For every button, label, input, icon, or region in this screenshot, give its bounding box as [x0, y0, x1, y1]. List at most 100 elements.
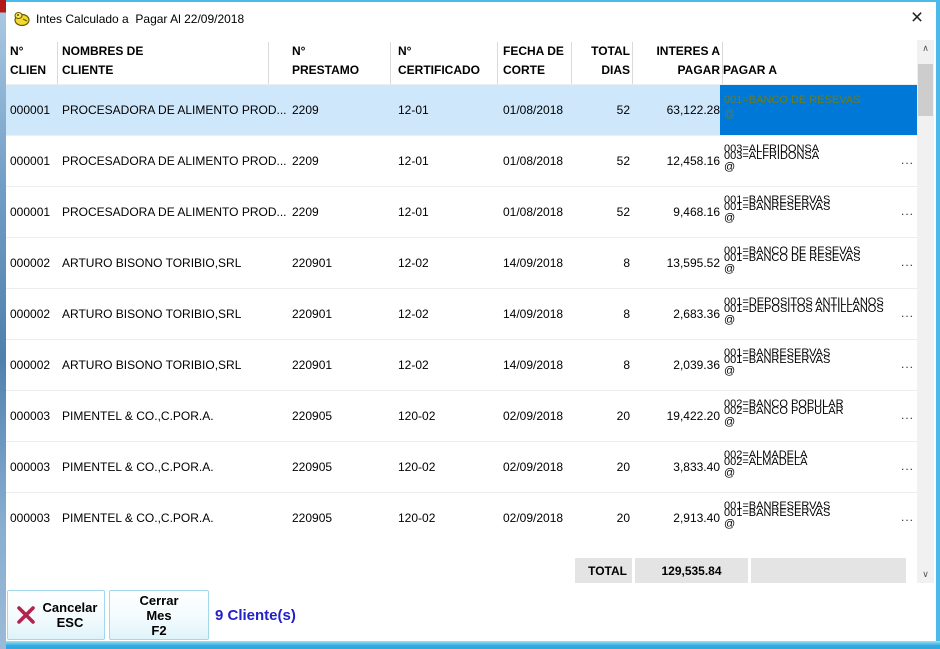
- cell-clien: 000002: [10, 256, 58, 270]
- pagar-a-at-symbol: @: [724, 366, 735, 377]
- pagar-a-dropdown-cell[interactable]: 003=ALFRIDONSA 003=ALFRIDONSA @ ...: [720, 136, 917, 187]
- col-header-fecha-corte[interactable]: FECHA DE CORTE: [503, 42, 573, 84]
- cell-nombre: PROCESADORA DE ALIMENTO PROD...: [62, 103, 288, 117]
- header-separator: [268, 42, 269, 84]
- ellipsis-lookup-button[interactable]: ...: [901, 357, 914, 371]
- cell-nombre: PIMENTEL & CO.,C.POR.A.: [62, 511, 288, 525]
- col-header-interes-a-pagar[interactable]: INTERES A PAGAR: [634, 42, 720, 84]
- cell-total-dias: 8: [564, 358, 630, 372]
- cell-clien: 000003: [10, 409, 58, 423]
- col-header-pagar-a[interactable]: PAGAR A: [723, 42, 913, 84]
- total-value: 129,535.84: [635, 558, 748, 583]
- cell-certificado: 12-01: [398, 154, 492, 168]
- scroll-down-icon[interactable]: ∨: [917, 566, 934, 583]
- close-month-button-label: Cerrar Mes F2: [139, 593, 178, 638]
- close-icon[interactable]: ×: [898, 2, 936, 34]
- ellipsis-lookup-button[interactable]: ...: [901, 204, 914, 218]
- ellipsis-lookup-button[interactable]: ...: [901, 306, 914, 320]
- table-row[interactable]: 000002 ARTURO BISONO TORIBIO,SRL 220901 …: [6, 288, 917, 339]
- cell-total-dias: 20: [564, 511, 630, 525]
- vertical-scrollbar[interactable]: ∧ ∨: [917, 40, 934, 583]
- cell-prestamo: 220901: [292, 256, 384, 270]
- scroll-up-icon[interactable]: ∧: [917, 40, 934, 57]
- cell-certificado: 12-02: [398, 307, 492, 321]
- table-row[interactable]: 000002 ARTURO BISONO TORIBIO,SRL 220901 …: [6, 237, 917, 288]
- ellipsis-lookup-button[interactable]: ...: [901, 510, 914, 524]
- cell-nombre: PIMENTEL & CO.,C.POR.A.: [62, 460, 288, 474]
- clients-count-label: 9 Cliente(s): [215, 590, 296, 640]
- header-separator: [390, 42, 391, 84]
- cell-interes-a-pagar: 9,468.16: [634, 205, 720, 219]
- scrollbar-thumb[interactable]: [918, 64, 933, 116]
- ellipsis-lookup-button[interactable]: ...: [901, 459, 914, 473]
- red-x-icon: [15, 604, 37, 626]
- ellipsis-lookup-button[interactable]: ...: [901, 408, 914, 422]
- pagar-a-dropdown-cell[interactable]: 001=BANCO DE RESEVAS 001=BANCO DE RESEVA…: [720, 85, 917, 136]
- cell-interes-a-pagar: 2,913.40: [634, 511, 720, 525]
- total-filler-cell: [751, 558, 906, 583]
- pagar-a-dropdown-cell[interactable]: 001=BANRESERVAS 001=BANRESERVAS @ ...: [720, 187, 917, 238]
- pagar-a-at-symbol: @: [724, 109, 735, 120]
- window-title: Intes Calculado a Pagar Al 22/09/2018: [36, 12, 244, 26]
- pagar-a-dropdown-cell[interactable]: 001=BANRESERVAS 001=BANRESERVAS @ ...: [720, 493, 917, 544]
- col-header-certificado[interactable]: N° CERTIFICADO: [398, 42, 492, 84]
- pagar-a-dropdown-cell[interactable]: 001=BANCO DE RESEVAS 001=BANCO DE RESEVA…: [720, 238, 917, 289]
- cell-fecha-corte: 01/08/2018: [503, 103, 573, 117]
- pagar-a-at-symbol: @: [724, 468, 735, 479]
- ellipsis-lookup-button[interactable]: ...: [901, 153, 914, 167]
- cell-fecha-corte: 02/09/2018: [503, 511, 573, 525]
- col-header-clien[interactable]: N° CLIEN: [10, 42, 58, 84]
- total-row: TOTAL 129,535.84: [6, 558, 917, 583]
- title-bar: Intes Calculado a Pagar Al 22/09/2018 ×: [6, 2, 936, 38]
- cell-interes-a-pagar: 2,039.36: [634, 358, 720, 372]
- pagar-a-dropdown-cell[interactable]: 001=BANRESERVAS 001=BANRESERVAS @ ...: [720, 340, 917, 391]
- header-separator: [632, 42, 633, 84]
- cell-total-dias: 52: [564, 103, 630, 117]
- cell-clien: 000001: [10, 103, 58, 117]
- cell-prestamo: 220901: [292, 358, 384, 372]
- col-header-nombre[interactable]: NOMBRES DE CLIENTE: [62, 42, 288, 84]
- cell-interes-a-pagar: 13,595.52: [634, 256, 720, 270]
- pagar-a-dropdown-cell[interactable]: 001=DEPOSITOS ANTILLANOS 001=DEPOSITOS A…: [720, 289, 917, 340]
- cell-certificado: 120-02: [398, 511, 492, 525]
- cell-fecha-corte: 02/09/2018: [503, 460, 573, 474]
- dialog-window: Intes Calculado a Pagar Al 22/09/2018 × …: [6, 2, 936, 642]
- pagar-a-at-symbol: @: [724, 264, 735, 275]
- cell-nombre: PIMENTEL & CO.,C.POR.A.: [62, 409, 288, 423]
- table-row[interactable]: 000001 PROCESADORA DE ALIMENTO PROD... 2…: [6, 135, 917, 186]
- window-border-bottom: [6, 641, 940, 649]
- cell-clien: 000003: [10, 460, 58, 474]
- cell-certificado: 120-02: [398, 460, 492, 474]
- table-row[interactable]: 000001 PROCESADORA DE ALIMENTO PROD... 2…: [6, 84, 917, 135]
- cell-nombre: ARTURO BISONO TORIBIO,SRL: [62, 256, 288, 270]
- cell-certificado: 12-02: [398, 358, 492, 372]
- cell-certificado: 12-02: [398, 256, 492, 270]
- cell-prestamo: 220905: [292, 511, 384, 525]
- app-money-icon: [13, 10, 30, 27]
- header-separator: [497, 42, 498, 84]
- pagar-a-dropdown-cell[interactable]: 002=ALMADELA 002=ALMADELA @ ...: [720, 442, 917, 493]
- pagar-a-dropdown-cell[interactable]: 002=BANCO POPULAR 002=BANCO POPULAR @ ..…: [720, 391, 917, 442]
- pagar-a-at-symbol: @: [724, 519, 735, 530]
- cell-nombre: ARTURO BISONO TORIBIO,SRL: [62, 358, 288, 372]
- table-row[interactable]: 000001 PROCESADORA DE ALIMENTO PROD... 2…: [6, 186, 917, 237]
- col-header-prestamo[interactable]: N° PRESTAMO: [292, 42, 384, 84]
- ellipsis-lookup-button[interactable]: ...: [901, 255, 914, 269]
- table-row[interactable]: 000002 ARTURO BISONO TORIBIO,SRL 220901 …: [6, 339, 917, 390]
- header-separator: [57, 42, 58, 84]
- table-row[interactable]: 000003 PIMENTEL & CO.,C.POR.A. 220905 12…: [6, 492, 917, 543]
- pagar-a-value-ghost: 001=BANCO DE RESEVAS: [724, 253, 860, 264]
- table-row[interactable]: 000003 PIMENTEL & CO.,C.POR.A. 220905 12…: [6, 441, 917, 492]
- cell-prestamo: 2209: [292, 103, 384, 117]
- cell-total-dias: 20: [564, 409, 630, 423]
- cell-interes-a-pagar: 63,122.28: [634, 103, 720, 117]
- cell-prestamo: 220901: [292, 307, 384, 321]
- cell-interes-a-pagar: 12,458.16: [634, 154, 720, 168]
- cancel-button[interactable]: Cancelar ESC: [7, 590, 105, 640]
- cancel-button-label: Cancelar ESC: [43, 600, 98, 630]
- close-month-button[interactable]: Cerrar Mes F2: [109, 590, 209, 640]
- cell-total-dias: 8: [564, 256, 630, 270]
- table-row[interactable]: 000003 PIMENTEL & CO.,C.POR.A. 220905 12…: [6, 390, 917, 441]
- col-header-total-dias[interactable]: TOTAL DIAS: [564, 42, 630, 84]
- cell-interes-a-pagar: 19,422.20: [634, 409, 720, 423]
